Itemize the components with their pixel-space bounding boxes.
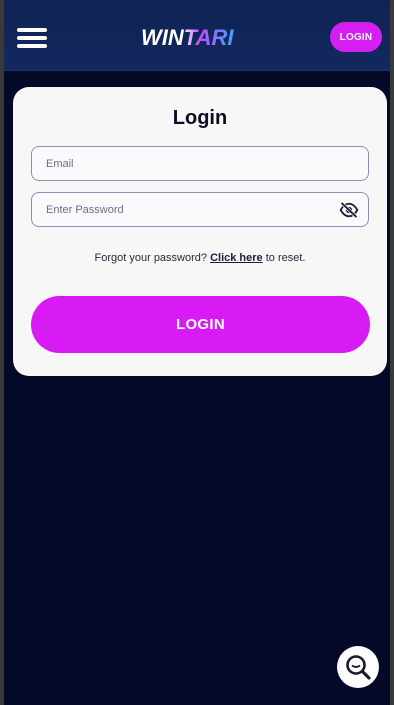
app-screen: WINTARI LOGIN Login Forgot your password…: [0, 0, 394, 705]
password-input[interactable]: [32, 193, 368, 226]
chat-widget-button[interactable]: [337, 646, 379, 688]
login-submit-button[interactable]: LOGIN: [31, 296, 370, 353]
menu-line: [17, 36, 47, 40]
logo-text: WINTARI: [141, 25, 234, 50]
hamburger-menu-icon[interactable]: [17, 28, 47, 48]
top-navigation-bar: WINTARI LOGIN: [4, 0, 390, 71]
login-title: Login: [172, 107, 228, 129]
header-login-button[interactable]: LOGIN: [330, 22, 382, 52]
menu-line: [17, 44, 47, 48]
chat-search-icon: [346, 655, 371, 680]
menu-line: [17, 28, 47, 32]
email-input[interactable]: [32, 147, 368, 180]
brand-logo[interactable]: WINTARI: [139, 22, 263, 52]
forgot-suffix: to reset.: [265, 252, 306, 264]
forgot-password-text: Forgot your password? Click here to rese…: [13, 252, 387, 264]
password-field-wrapper: [31, 192, 369, 227]
eye-slash-icon[interactable]: [339, 201, 359, 219]
reset-password-link[interactable]: Click here: [210, 252, 263, 264]
email-field-wrapper: [31, 146, 369, 181]
login-card: Login Forgot your password? Click here t…: [13, 87, 387, 376]
forgot-prefix: Forgot your password?: [94, 252, 208, 264]
